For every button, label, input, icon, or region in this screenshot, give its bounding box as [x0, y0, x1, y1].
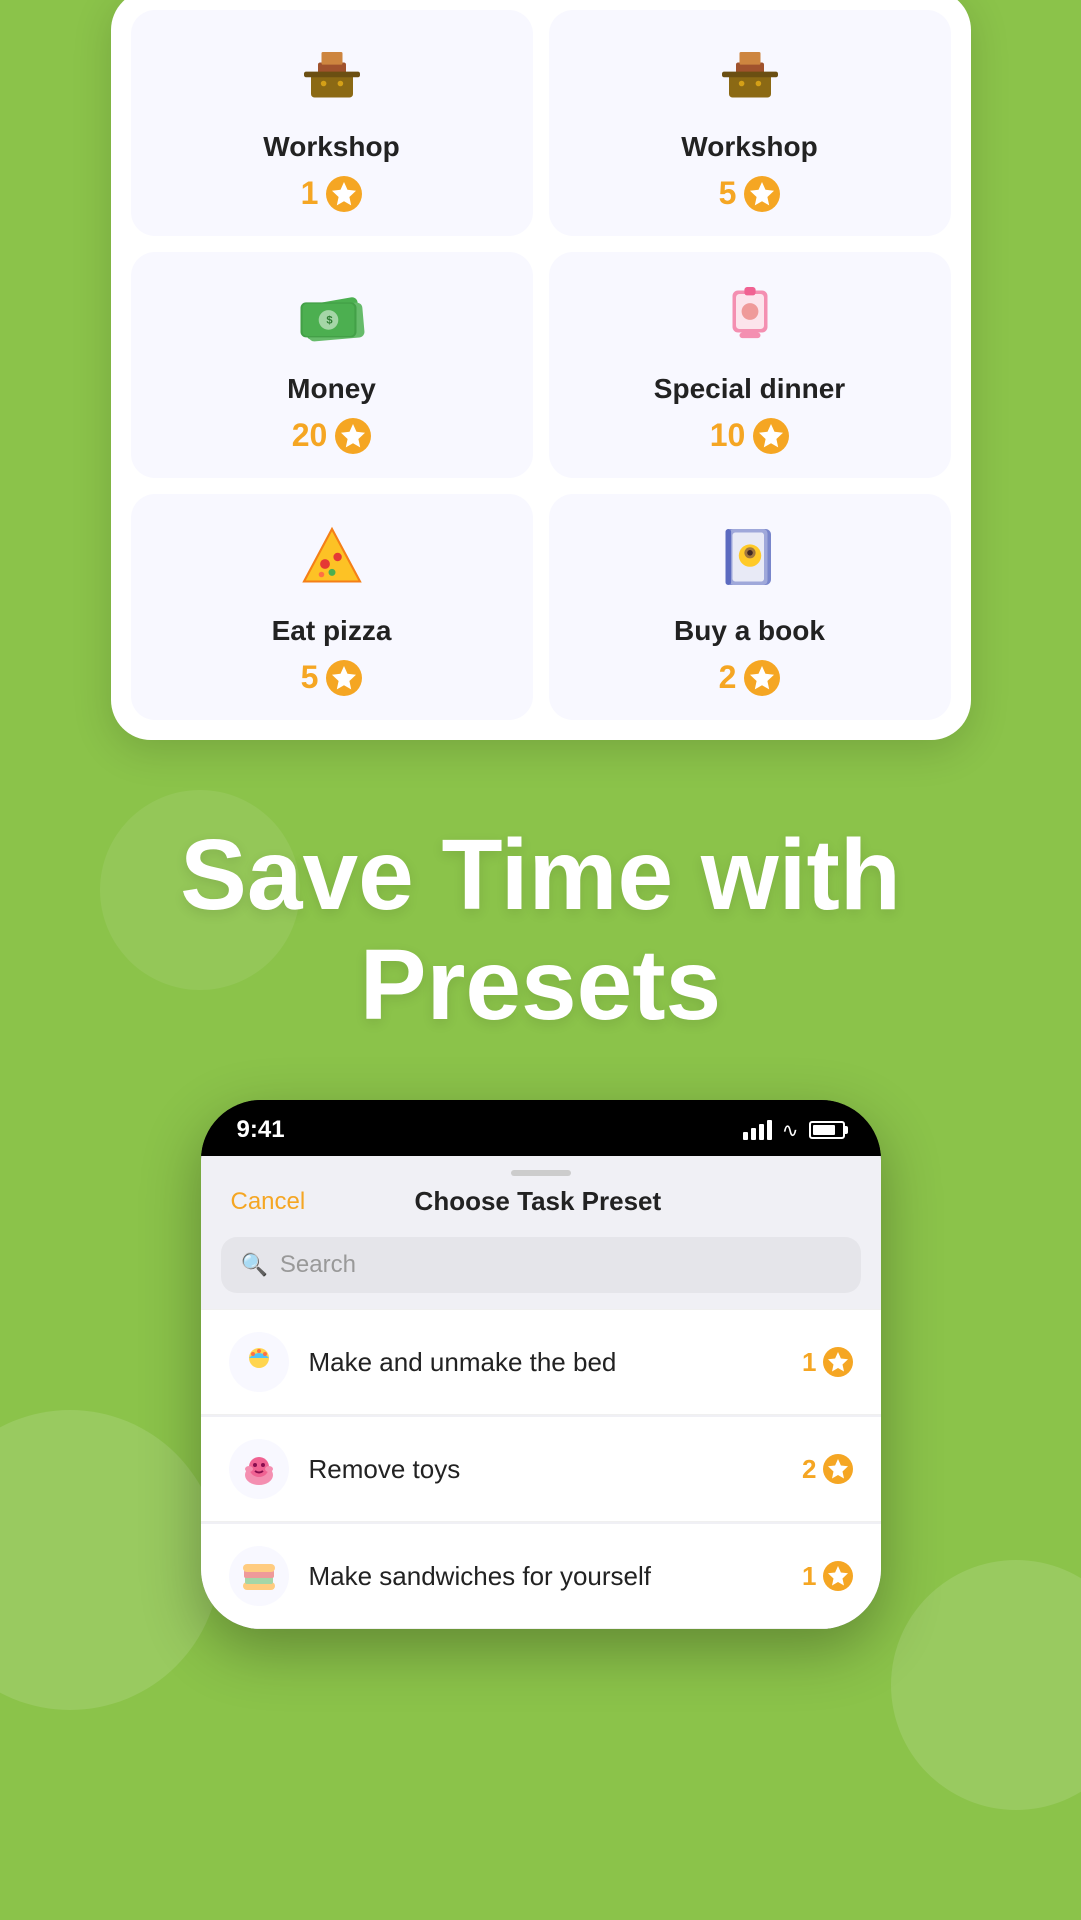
rewards-grid: Workshop 1 Workshop 5 $ Mon: [131, 10, 951, 720]
drag-handle: [201, 1156, 881, 1186]
task-item-remove-toys[interactable]: Remove toys 2: [201, 1417, 881, 1522]
reward-points: 2: [719, 659, 781, 696]
battery-icon: [809, 1121, 845, 1139]
reward-name: Eat pizza: [272, 615, 392, 647]
reward-card-special-dinner[interactable]: Special dinner 10: [549, 252, 951, 478]
signal-icon: [743, 1120, 772, 1140]
reward-icon: [297, 38, 367, 119]
task-points: 2: [802, 1454, 852, 1485]
bottom-phone-wrapper: 9:41 ∿: [0, 1100, 1081, 1669]
task-name: Remove toys: [309, 1454, 783, 1485]
status-time: 9:41: [237, 1116, 285, 1144]
reward-points: 20: [292, 417, 372, 454]
task-name: Make and unmake the bed: [309, 1347, 783, 1378]
reward-card-buy-book[interactable]: Buy a book 2: [549, 494, 951, 720]
search-placeholder: Search: [280, 1251, 356, 1279]
headline-line2: Presets: [360, 929, 721, 1041]
reward-name: Money: [287, 373, 376, 405]
status-icons: ∿: [743, 1118, 845, 1143]
reward-name: Workshop: [263, 131, 399, 163]
reward-card-workshop1[interactable]: Workshop 1: [131, 10, 533, 236]
task-points: 1: [802, 1561, 852, 1592]
top-phone-mockup: Workshop 1 Workshop 5 $ Mon: [111, 0, 971, 740]
bottom-phone-mockup: 9:41 ∿: [201, 1100, 881, 1629]
reward-points: 1: [301, 175, 363, 212]
headline-line1: Save Time with: [180, 819, 901, 931]
reward-icon: [715, 280, 785, 361]
task-list: Make and unmake the bed 1 Remove toys 2: [201, 1309, 881, 1629]
reward-name: Special dinner: [654, 373, 845, 405]
reward-name: Buy a book: [674, 615, 825, 647]
modal-header: Cancel Choose Task Preset: [201, 1186, 881, 1237]
task-icon: [229, 1439, 289, 1499]
wifi-icon: ∿: [782, 1118, 799, 1143]
reward-card-money[interactable]: $ Money 20: [131, 252, 533, 478]
task-item-make-sandwiches[interactable]: Make sandwiches for yourself 1: [201, 1524, 881, 1629]
reward-icon: [715, 38, 785, 119]
task-points: 1: [802, 1347, 852, 1378]
headline-section: Save Time with Presets: [0, 740, 1081, 1100]
reward-points: 5: [719, 175, 781, 212]
svg-text:$: $: [326, 314, 333, 326]
phone-content: Cancel Choose Task Preset 🔍 Search Make …: [201, 1156, 881, 1629]
reward-points: 10: [710, 417, 790, 454]
reward-name: Workshop: [681, 131, 817, 163]
reward-icon: [297, 522, 367, 603]
search-bar[interactable]: 🔍 Search: [221, 1237, 861, 1293]
task-name: Make sandwiches for yourself: [309, 1561, 783, 1592]
modal-title: Choose Task Preset: [415, 1186, 662, 1217]
search-icon: 🔍: [241, 1252, 268, 1278]
reward-card-workshop5[interactable]: Workshop 5: [549, 10, 951, 236]
reward-points: 5: [301, 659, 363, 696]
status-bar: 9:41 ∿: [201, 1100, 881, 1156]
task-icon: [229, 1546, 289, 1606]
task-item-make-bed[interactable]: Make and unmake the bed 1: [201, 1309, 881, 1415]
cancel-button[interactable]: Cancel: [231, 1188, 306, 1216]
reward-card-eat-pizza[interactable]: Eat pizza 5: [131, 494, 533, 720]
headline-text: Save Time with Presets: [60, 820, 1021, 1040]
reward-icon: [715, 522, 785, 603]
reward-icon: $: [297, 280, 367, 361]
task-icon: [229, 1332, 289, 1392]
